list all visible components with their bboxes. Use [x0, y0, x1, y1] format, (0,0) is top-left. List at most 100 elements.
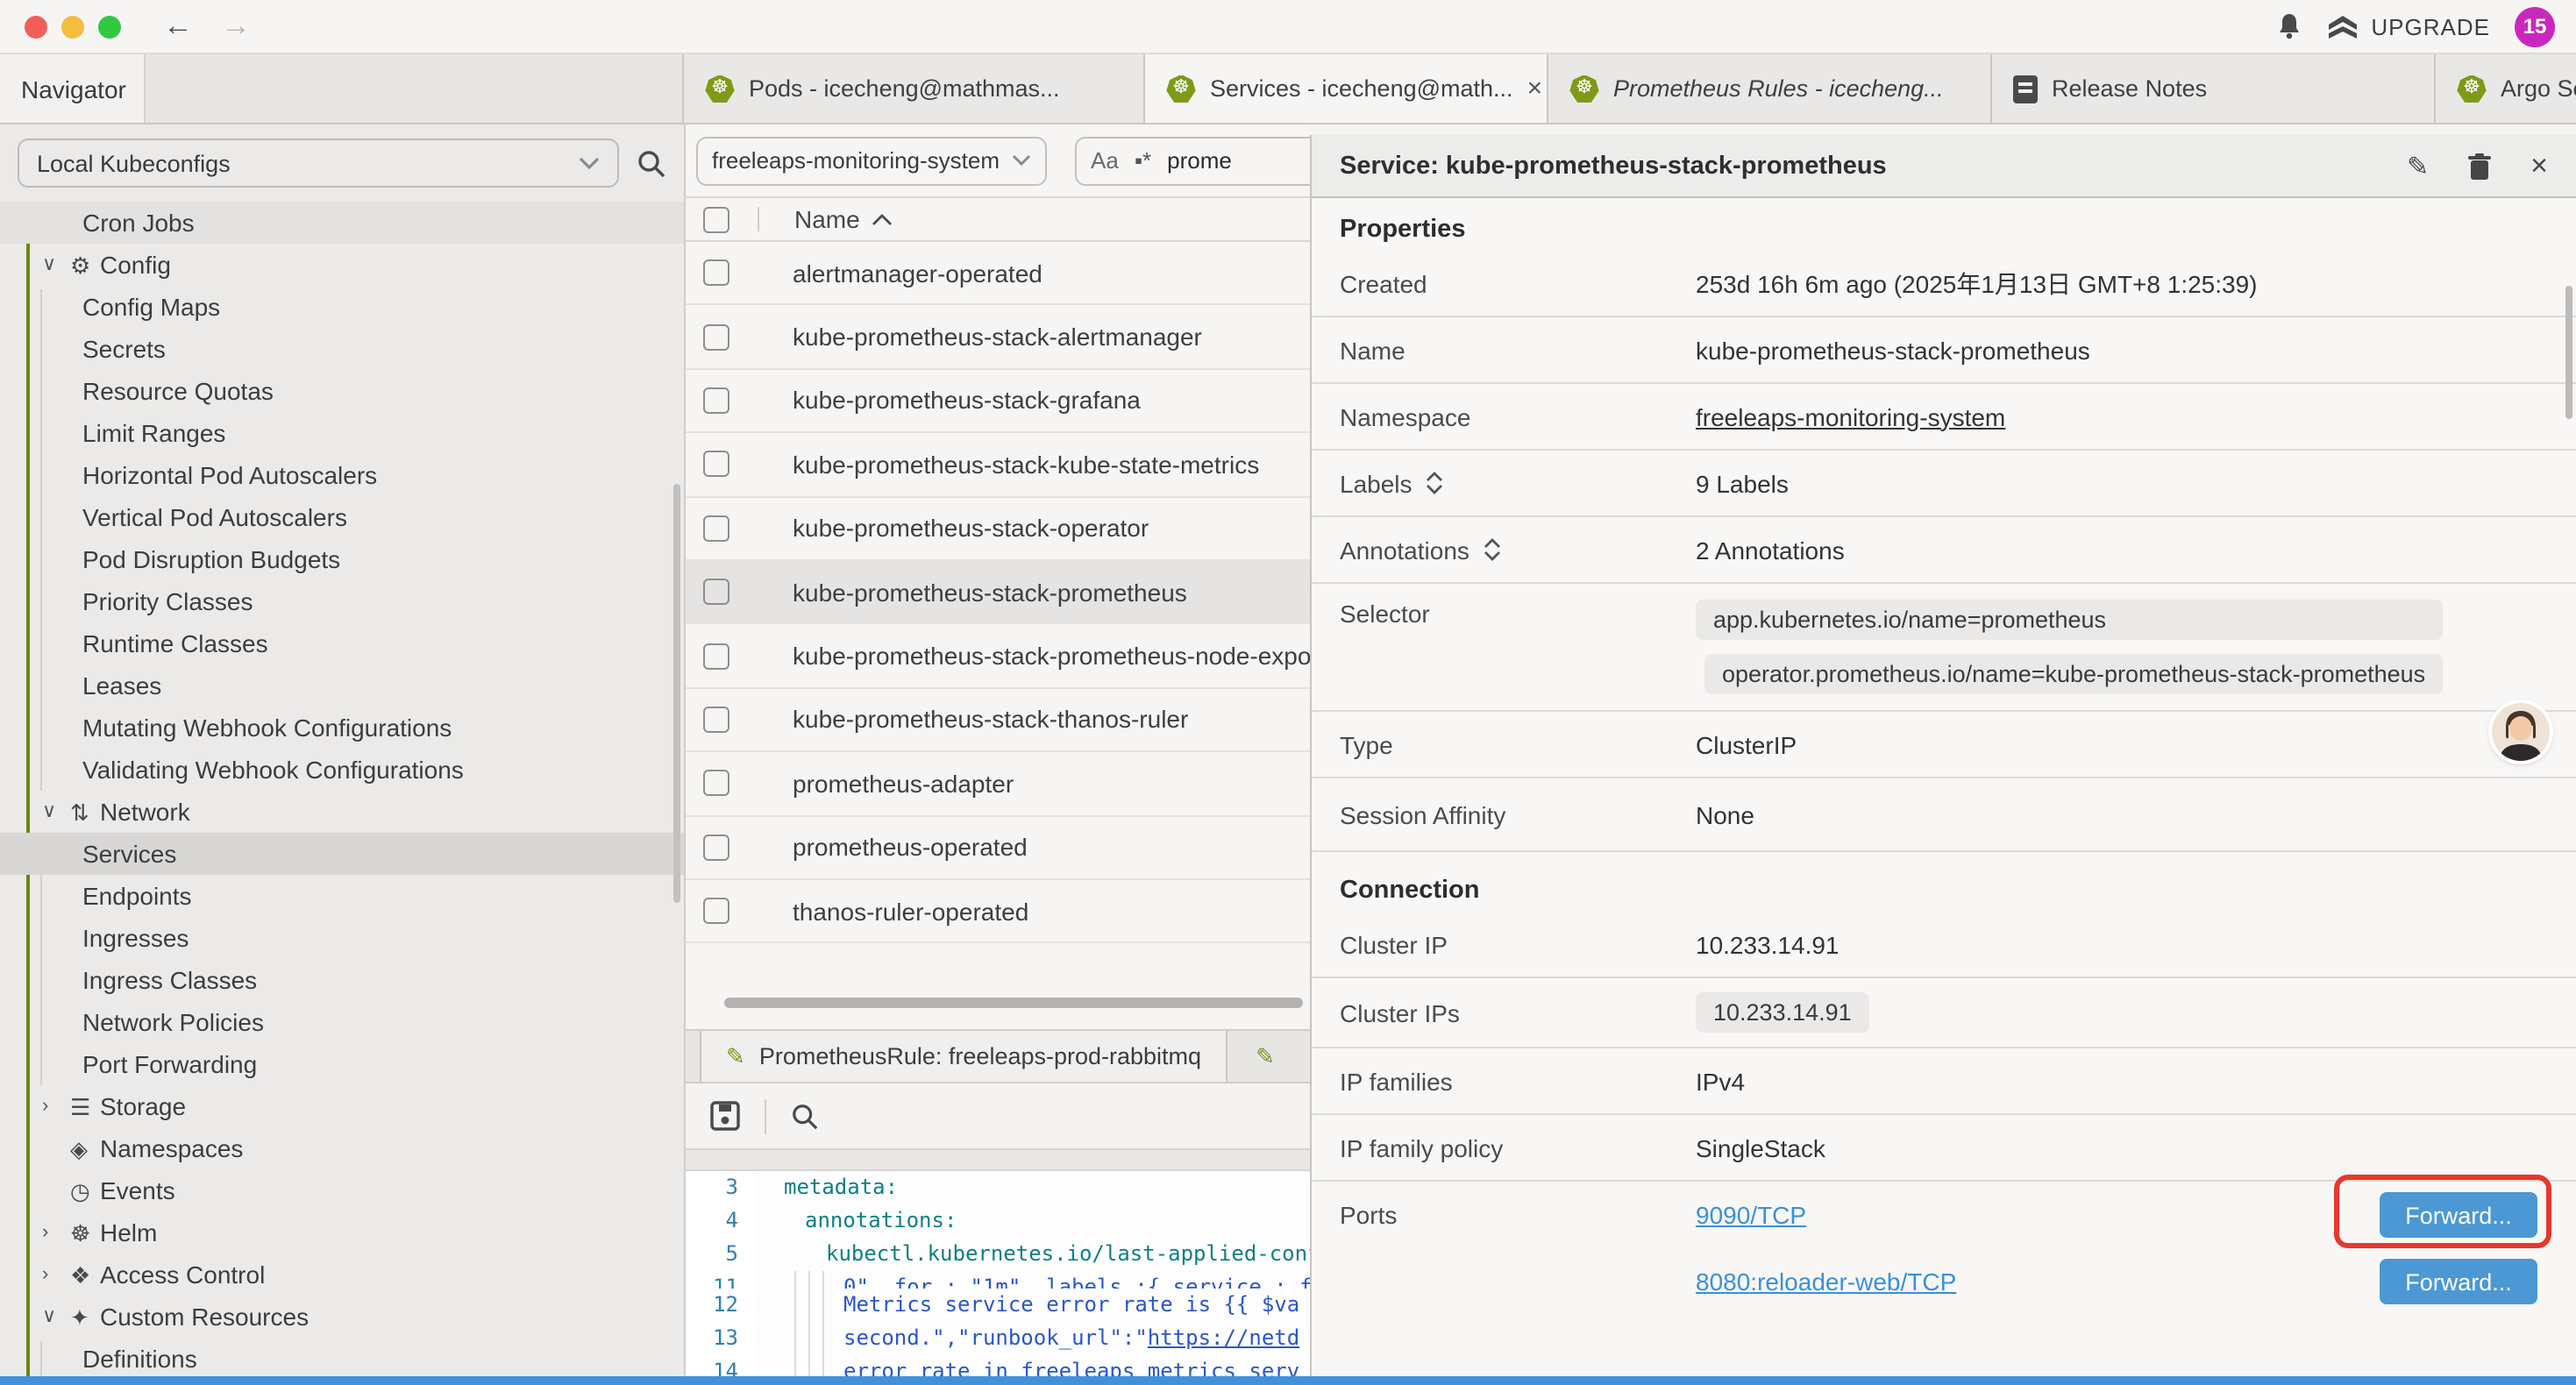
sidebar-item[interactable]: Leases — [0, 664, 684, 707]
row-checkbox[interactable] — [703, 707, 729, 733]
sidebar-item-label: Events — [100, 1176, 175, 1204]
name-column-header[interactable]: Name — [794, 205, 893, 233]
sidebar-item[interactable]: Cron Jobs — [0, 202, 684, 244]
trash-icon[interactable] — [2467, 152, 2492, 180]
table-row[interactable]: kube-prometheus-stack-prometheus-node-ex… — [686, 625, 1387, 689]
sidebar-item[interactable]: Vertical Pod Autoscalers — [0, 496, 684, 538]
forward-button[interactable]: Forward... — [2380, 1192, 2537, 1238]
sidebar-item[interactable]: Config Maps — [0, 286, 684, 328]
yaml-editor[interactable]: 3metadata: 4annotations: 5kubectl.kubern… — [686, 1171, 1387, 1380]
row-checkbox[interactable] — [703, 259, 729, 286]
category-icon: ❖ — [70, 1263, 100, 1286]
sidebar-item[interactable]: Services — [0, 833, 684, 875]
table-row[interactable]: prometheus-adapter — [686, 752, 1387, 816]
expand-collapse-icon[interactable] — [1427, 472, 1444, 494]
sidebar-item[interactable]: ∨ ✦ Custom Resources — [0, 1296, 684, 1338]
select-all-checkbox[interactable] — [703, 206, 729, 232]
sidebar-item[interactable]: Horizontal Pod Autoscalers — [0, 454, 684, 496]
table-row[interactable]: kube-prometheus-stack-thanos-ruler — [686, 688, 1387, 752]
kubernetes-icon: ☸ — [705, 75, 735, 103]
sidebar-item[interactable]: Ingresses — [0, 917, 684, 959]
edit-icon[interactable]: ✎ — [2407, 150, 2429, 181]
sidebar-item[interactable]: Resource Quotas — [0, 370, 684, 412]
avatar[interactable] — [2492, 703, 2550, 761]
editor-tab-prometheusrule[interactable]: ✎ PrometheusRule: freeleaps-prod-rabbitm… — [700, 1031, 1228, 1082]
forward-button[interactable]: Forward... — [2380, 1259, 2537, 1304]
property-row-annotations: Annotations 2 Annotations — [1312, 517, 2576, 584]
tab-argo[interactable]: ☸ Argo Se — [2436, 54, 2576, 123]
close-window-button[interactable] — [25, 15, 47, 38]
sidebar-item[interactable]: Network Policies — [0, 1001, 684, 1043]
sidebar-item[interactable]: ◷ Events — [0, 1169, 684, 1211]
sidebar-item[interactable]: Pod Disruption Budgets — [0, 538, 684, 580]
row-checkbox[interactable] — [703, 323, 729, 350]
sidebar-scrollbar[interactable] — [673, 484, 680, 903]
bell-icon[interactable] — [2276, 12, 2302, 40]
sidebar-item[interactable]: Port Forwarding — [0, 1043, 684, 1085]
sidebar-item[interactable]: Runtime Classes — [0, 622, 684, 664]
search-input[interactable]: Aa ▪* prome — [1075, 136, 1338, 185]
tab-release-notes[interactable]: Release Notes — [1992, 54, 2436, 123]
row-checkbox[interactable] — [703, 643, 729, 669]
row-checkbox[interactable] — [703, 579, 729, 605]
save-icon[interactable] — [710, 1101, 740, 1131]
search-icon[interactable] — [791, 1102, 819, 1130]
minimize-window-button[interactable] — [61, 15, 84, 38]
sidebar-item[interactable]: ∨ ⇅ Network — [0, 791, 684, 833]
sidebar-item[interactable]: › ☰ Storage — [0, 1085, 684, 1127]
notification-badge[interactable]: 15 — [2515, 6, 2555, 46]
sidebar-item[interactable]: › ☸ Helm — [0, 1211, 684, 1254]
table-row[interactable]: kube-prometheus-stack-operator — [686, 497, 1387, 561]
horizontal-scrollbar-thumb[interactable] — [724, 998, 1303, 1008]
match-case-toggle[interactable]: Aa — [1091, 147, 1119, 174]
sidebar-item[interactable]: Mutating Webhook Configurations — [0, 707, 684, 749]
sidebar-item[interactable]: ◈ Namespaces — [0, 1127, 684, 1169]
row-checkbox[interactable] — [703, 387, 729, 414]
row-checkbox[interactable] — [703, 515, 729, 542]
regex-toggle[interactable]: ▪* — [1135, 147, 1151, 174]
kubeconfig-select[interactable]: Local Kubeconfigs — [18, 138, 619, 188]
table-row[interactable]: kube-prometheus-stack-prometheus — [686, 561, 1387, 625]
sidebar-item[interactable]: Secrets — [0, 328, 684, 370]
upgrade-button[interactable]: UPGRADE — [2327, 13, 2490, 39]
sidebar-item[interactable]: Ingress Classes — [0, 959, 684, 1001]
sidebar-item[interactable]: Endpoints — [0, 875, 684, 917]
table-row[interactable]: thanos-ruler-operated — [686, 880, 1387, 944]
port-link[interactable]: 8080:reloader-web/TCP — [1696, 1268, 1956, 1296]
namespace-link[interactable]: freeleaps-monitoring-system — [1696, 402, 2005, 430]
drawer-scrollbar[interactable] — [2565, 286, 2572, 419]
sidebar-item[interactable]: Validating Webhook Configurations — [0, 749, 684, 791]
port-link[interactable]: 9090/TCP — [1696, 1201, 1806, 1229]
property-value: 9 Labels — [1696, 469, 1789, 497]
table-row[interactable]: kube-prometheus-stack-grafana — [686, 370, 1387, 434]
close-tab-icon[interactable]: × — [1527, 74, 1543, 103]
table-row[interactable]: prometheus-operated — [686, 816, 1387, 880]
expand-collapse-icon[interactable] — [1484, 538, 1501, 561]
tab-services[interactable]: ☸ Services - icecheng@math... × — [1145, 54, 1548, 123]
row-checkbox[interactable] — [703, 898, 729, 924]
tab-prometheus-rules[interactable]: ☸ Prometheus Rules - icecheng... — [1548, 54, 1992, 123]
runbook-link[interactable]: https://netd — [1148, 1325, 1299, 1350]
service-name: kube-prometheus-stack-alertmanager — [793, 323, 1202, 351]
search-icon[interactable] — [637, 148, 666, 178]
row-checkbox[interactable] — [703, 771, 729, 797]
row-checkbox[interactable] — [703, 451, 729, 478]
table-row[interactable]: kube-prometheus-stack-kube-state-metrics — [686, 433, 1387, 497]
navigator-header-spacer — [144, 54, 682, 123]
forward-icon[interactable]: → — [221, 9, 251, 44]
namespace-select[interactable]: freeleaps-monitoring-system — [696, 136, 1047, 185]
back-icon[interactable]: ← — [163, 9, 193, 44]
table-row[interactable]: kube-prometheus-stack-alertmanager — [686, 306, 1387, 370]
row-checkbox[interactable] — [703, 834, 729, 860]
tab-pods[interactable]: ☸ Pods - icecheng@mathmas... — [684, 54, 1145, 123]
editor-tab-partial[interactable]: ✎ — [1238, 1031, 1292, 1082]
sidebar-item[interactable]: Limit Ranges — [0, 412, 684, 454]
sidebar-item[interactable]: Definitions — [0, 1338, 684, 1380]
table-row[interactable]: alertmanager-operated — [686, 242, 1387, 306]
maximize-window-button[interactable] — [98, 15, 121, 38]
sidebar-item[interactable]: ∨ ⚙ Config — [0, 244, 684, 286]
property-label: IP family policy — [1340, 1133, 1696, 1161]
close-icon[interactable]: × — [2530, 151, 2548, 181]
sidebar-item[interactable]: › ❖ Access Control — [0, 1254, 684, 1296]
sidebar-item[interactable]: Priority Classes — [0, 580, 684, 622]
